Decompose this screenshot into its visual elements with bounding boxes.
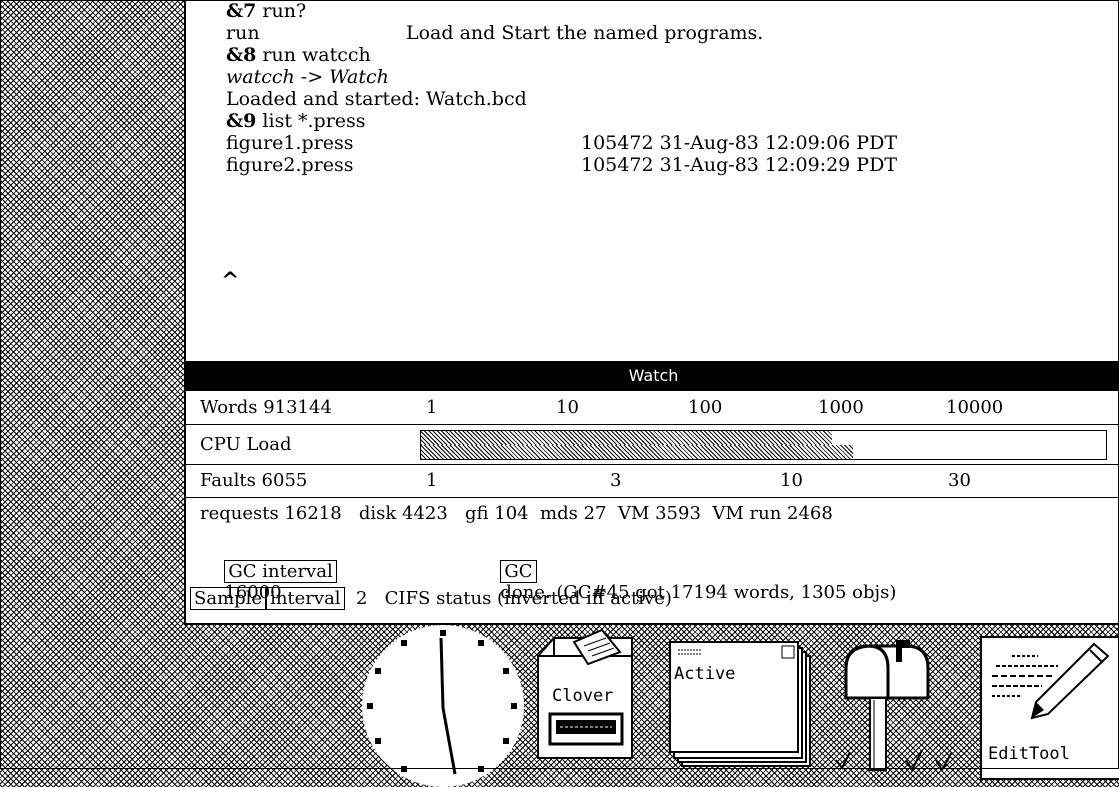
command-text: list *.press bbox=[256, 110, 366, 132]
executive-window[interactable]: &7 run? run Load and Start the named prog… bbox=[184, 0, 1119, 361]
active-label: Active bbox=[674, 664, 736, 684]
words-scale-tick: 1000 bbox=[818, 397, 864, 418]
words-scale-tick: 100 bbox=[688, 397, 723, 418]
words-scale-tick: 10 bbox=[556, 397, 579, 418]
mailbox-graphic bbox=[835, 640, 953, 773]
words-label: Words 913144 bbox=[200, 397, 332, 418]
cpu-load-fill-upper bbox=[421, 431, 832, 445]
watch-title-bar[interactable]: Watch bbox=[186, 361, 1119, 391]
prompt-8: &8 bbox=[226, 44, 257, 66]
clover-label: Clover bbox=[552, 686, 614, 706]
sample-row: Sample interval 2 CIFS status (inverted i… bbox=[186, 583, 1119, 621]
words-row: Words 913144 1 10 100 1000 10000 bbox=[186, 391, 1119, 425]
faults-scale-tick: 1 bbox=[426, 470, 438, 491]
gc-button[interactable]: GC bbox=[500, 560, 537, 583]
interval-value: 2 bbox=[356, 588, 368, 609]
faults-scale-tick: 10 bbox=[780, 470, 803, 491]
words-scale-tick: 1 bbox=[426, 397, 438, 418]
clover-printer-icon[interactable]: Clover bbox=[532, 628, 640, 773]
document-stack-icon bbox=[669, 641, 811, 767]
words-scale-tick: 10000 bbox=[946, 397, 1004, 418]
file-listing-row: figure1.press 105472 31-Aug-83 12:09:06 P… bbox=[226, 132, 1086, 154]
cpu-load-fill-lower bbox=[421, 445, 853, 459]
requests-row: requests 16218 disk 4423 gfi 104 mds 27 … bbox=[186, 497, 1119, 530]
command-description: Load and Start the named programs. bbox=[406, 22, 764, 44]
requests-stats: requests 16218 disk 4423 gfi 104 mds 27 … bbox=[200, 503, 833, 524]
faults-row: Faults 6055 1 3 10 30 bbox=[186, 464, 1119, 498]
exec-line-4: watcch -> Watch bbox=[226, 66, 389, 88]
cpu-load-bar bbox=[420, 430, 1107, 460]
file-info: 105472 31-Aug-83 12:09:06 PDT bbox=[581, 132, 897, 154]
file-name: figure2.press bbox=[226, 154, 354, 176]
file-listing-row: figure2.press 105472 31-Aug-83 12:09:29 P… bbox=[226, 154, 1086, 176]
command-text: run watcch bbox=[256, 44, 371, 66]
edittool-label: EditTool bbox=[988, 744, 1070, 764]
sample-controls: Sample interval 2 CIFS status (inverted i… bbox=[190, 587, 672, 610]
prompt-9: &9 bbox=[226, 110, 257, 132]
edit-tool-icon[interactable]: EditTool bbox=[980, 636, 1119, 780]
exec-line-3: &8 run watcch bbox=[226, 44, 371, 66]
input-caret: ^ bbox=[221, 268, 240, 294]
command-text: run? bbox=[256, 0, 307, 22]
command-name: run bbox=[226, 22, 260, 44]
mailbox-icon[interactable] bbox=[835, 640, 962, 775]
gc-interval-button[interactable]: GC interval bbox=[224, 560, 337, 583]
clock-hands bbox=[439, 637, 457, 775]
exec-line-5: Loaded and started: Watch.bcd bbox=[226, 88, 527, 110]
interval-button[interactable]: interval bbox=[266, 587, 345, 610]
exec-line-6: &9 list *.press bbox=[226, 110, 366, 132]
exec-line-2: run Load and Start the named programs. bbox=[226, 22, 763, 44]
prompt-7: &7 bbox=[226, 0, 257, 22]
watch-window: Watch Words 913144 1 10 100 1000 10000 C… bbox=[184, 361, 1119, 625]
cpu-row: CPU Load bbox=[186, 424, 1119, 465]
exec-line-1: &7 run? bbox=[226, 0, 306, 22]
gc-row: GC interval 16000 GC done. (GC#45 got 17… bbox=[186, 537, 1119, 603]
faults-label: Faults 6055 bbox=[200, 470, 308, 491]
active-document-icon[interactable]: Active bbox=[668, 640, 816, 780]
sample-button[interactable]: Sample bbox=[190, 587, 267, 610]
faults-scale-tick: 30 bbox=[948, 470, 971, 491]
file-name: figure1.press bbox=[226, 132, 354, 154]
cpu-label: CPU Load bbox=[200, 434, 292, 455]
clock-icon[interactable] bbox=[362, 625, 524, 787]
faults-scale-tick: 3 bbox=[610, 470, 622, 491]
cifs-status: CIFS status (inverted iff active) bbox=[384, 588, 672, 609]
file-info: 105472 31-Aug-83 12:09:29 PDT bbox=[581, 154, 897, 176]
